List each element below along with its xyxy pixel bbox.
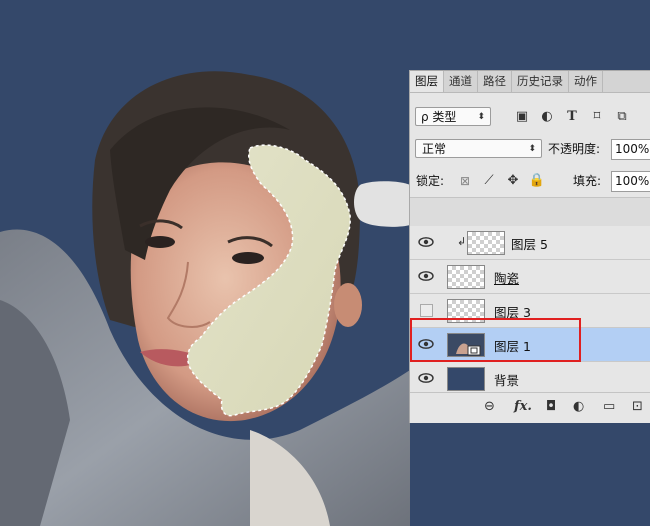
tab-paths[interactable]: 路径 [478,71,512,92]
shape-filter-icon[interactable]: ⌑ [588,108,606,126]
lock-label: 锁定: [416,174,445,188]
eye-icon[interactable] [417,335,435,353]
eye-icon[interactable] [417,369,435,387]
layer-row[interactable]: 陶瓷 [410,260,650,294]
layer-thumbnail [467,231,505,255]
visibility-off-box[interactable] [420,304,433,317]
lock-all-icon[interactable]: 🔒 [528,172,546,190]
panel-spacer [410,197,650,228]
tab-actions[interactable]: 动作 [569,71,603,92]
layer-name[interactable]: 图层 3 [494,302,531,321]
layer-row-selected[interactable]: 图层 1 [410,328,650,362]
blend-mode-value: 正常 [422,142,447,156]
smart-object-badge-icon [456,343,481,356]
lock-brush-icon[interactable]: ⟋ [480,172,498,190]
smart-object-filter-icon[interactable]: ⧉ [613,108,631,126]
layers-panel: 图层 通道 路径 历史记录 动作 ρ 类型 ⬍ ▣ ◐ T ⌑ ⧉ 正常 ⬍ 不… [409,70,650,423]
layer-thumbnail [447,299,485,323]
layer-row[interactable]: ↲ 图层 5 [410,226,650,260]
layer-name[interactable]: 背景 [494,370,519,389]
tab-history[interactable]: 历史记录 [512,71,569,92]
chevron-updown-icon: ⬍ [528,144,536,154]
type-filter-icon[interactable]: T [563,108,581,126]
layer-thumbnail [447,265,485,289]
layer-thumbnail [447,367,485,391]
lock-transparent-icon[interactable]: ⊠ [456,172,474,190]
adjustment-icon[interactable]: ◐ [573,399,584,414]
fill-label: 填充: [573,174,602,188]
layer-name[interactable]: 图层 5 [511,234,548,253]
layer-row[interactable]: 图层 3 [410,294,650,328]
fx-icon[interactable]: fx. [514,399,532,414]
tab-layers[interactable]: 图层 [410,71,444,92]
layer-name[interactable]: 图层 1 [494,336,531,355]
layer-row[interactable]: 背景 [410,362,650,396]
group-icon[interactable]: ▭ [603,399,615,414]
layer-name[interactable]: 陶瓷 [494,268,519,287]
layer-filter-dropdown[interactable]: ρ 类型 ⬍ [415,107,491,126]
chevron-updown-icon: ⬍ [477,112,485,122]
link-icon[interactable]: ⊖ [484,399,495,414]
layer-thumbnail [447,333,485,357]
lock-move-icon[interactable]: ✥ [504,172,522,190]
fill-input[interactable]: 100% [611,171,650,192]
tab-channels[interactable]: 通道 [444,71,478,92]
mask-icon[interactable]: ◘ [546,399,556,414]
filter-kind-label: ρ 类型 [421,110,457,124]
panel-bottom-bar: ⊖ fx. ◘ ◐ ▭ ⊡ [410,392,650,423]
adjustment-filter-icon[interactable]: ◐ [538,108,556,126]
new-layer-icon[interactable]: ⊡ [632,399,643,414]
eye-icon[interactable] [417,267,435,285]
opacity-input[interactable]: 100% [611,139,650,160]
panel-tabs: 图层 通道 路径 历史记录 动作 [410,71,650,93]
blend-mode-dropdown[interactable]: 正常 ⬍ [415,139,542,158]
image-filter-icon[interactable]: ▣ [513,108,531,126]
opacity-label: 不透明度: [548,142,601,156]
clipping-arrow-icon: ↲ [457,235,467,248]
eye-icon[interactable] [417,233,435,251]
